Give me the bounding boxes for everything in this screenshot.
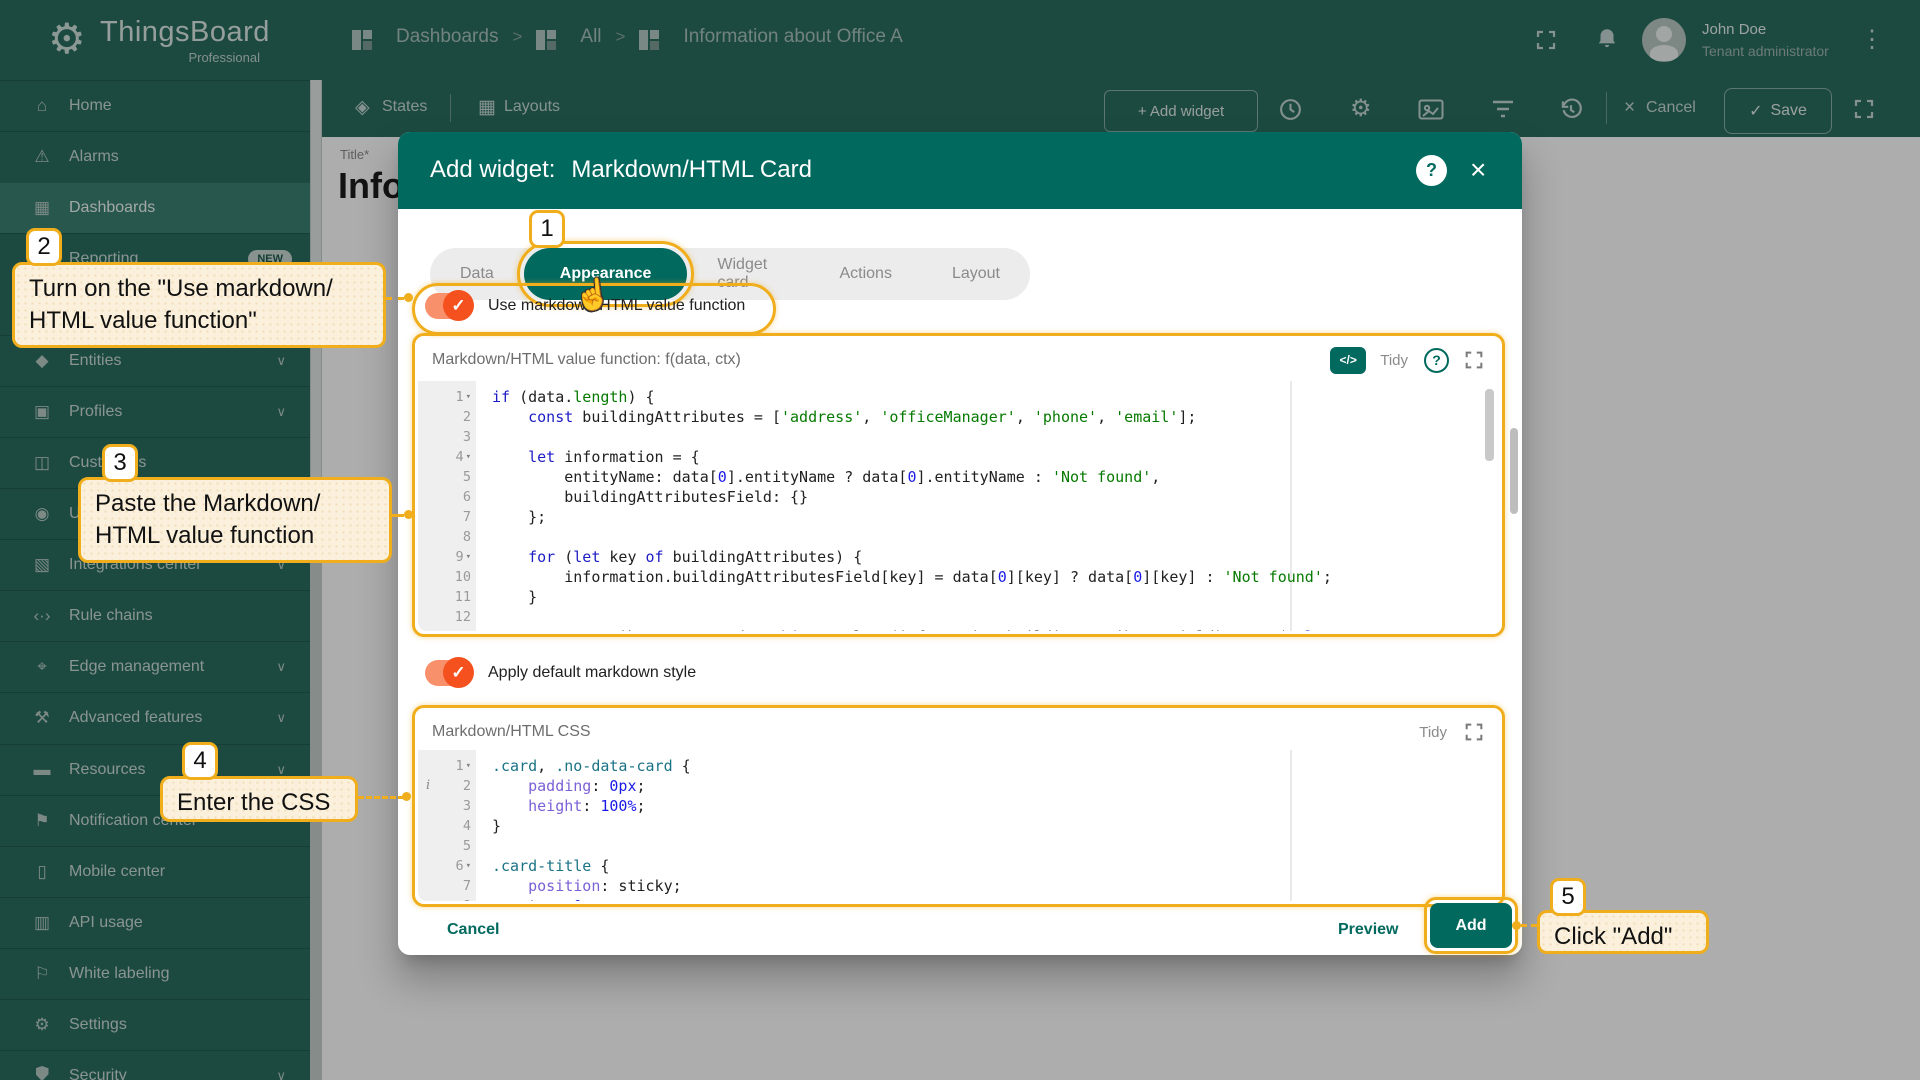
callout-3-number: 3 (102, 444, 138, 482)
css-editor-label: Markdown/HTML CSS (432, 723, 1419, 741)
callout-4-text: Enter the CSS (177, 787, 341, 819)
screen: ⚙ ThingsBoard Professional Dashboards > … (0, 0, 1920, 1080)
callout-3-text: HTML value function (95, 520, 375, 552)
callout-2-text: HTML value function" (29, 305, 369, 337)
callout-2-box: Turn on the "Use markdown/ HTML value fu… (12, 262, 386, 348)
code-line: 6▾.card-title { (418, 856, 1499, 876)
code-line: i2 padding: 0px; (418, 776, 1499, 796)
cursor-hand-icon: ☝ (572, 276, 613, 315)
tidy-button[interactable]: Tidy (1380, 352, 1408, 369)
tab-actions[interactable]: Actions (809, 248, 921, 300)
callout-2-connector (386, 297, 404, 300)
code-line: 1▾if (data.length) { (418, 387, 1499, 407)
code-line: 7 }; (418, 507, 1499, 527)
css-editor-panel: Markdown/HTML CSS Tidy 1▾.card, .no-data… (412, 705, 1505, 907)
code-line: 5 (418, 836, 1499, 856)
preview-button[interactable]: Preview (1338, 921, 1398, 939)
code-toggle-icon[interactable]: </> (1330, 347, 1366, 374)
code-line: 8 (418, 527, 1499, 547)
code-line: 1▾.card, .no-data-card { (418, 756, 1499, 776)
code-line: 6 buildingAttributesField: {} (418, 487, 1499, 507)
callout-2-dot (404, 293, 413, 302)
dialog-cancel-button[interactable]: Cancel (447, 921, 499, 939)
callout-5-connector (1521, 924, 1537, 927)
dialog-title: Add widget: Markdown/HTML Card (430, 156, 812, 184)
code-line: 7 position: sticky; (418, 876, 1499, 896)
callout-1-number: 1 (529, 210, 565, 248)
dialog-header: Add widget: Markdown/HTML Card ? × (398, 132, 1522, 209)
js-editor-header: Markdown/HTML value function: f(data, ct… (418, 339, 1499, 381)
js-code-area[interactable]: 1▾if (data.length) {2 const buildingAttr… (418, 381, 1499, 631)
code-line: 8 top: 0; (418, 896, 1499, 901)
close-icon[interactable]: × (1470, 154, 1486, 186)
code-line: 13 const attributesNotFound = Object.val… (418, 627, 1499, 631)
code-line: 12 (418, 607, 1499, 627)
markdown-style-toggle-row: ✓ Apply default markdown style (425, 660, 696, 686)
css-editor-header: Markdown/HTML CSS Tidy (418, 711, 1499, 753)
css-code-area[interactable]: 1▾.card, .no-data-card {i2 padding: 0px;… (418, 750, 1499, 901)
callout-3-dot (404, 510, 413, 519)
code-line: 5 entityName: data[0].entityName ? data[… (418, 467, 1499, 487)
callout-3-box: Paste the Markdown/ HTML value function (78, 477, 392, 563)
code-line: 9▾ for (let key of buildingAttributes) { (418, 547, 1499, 567)
editor-fullscreen-icon[interactable] (1463, 721, 1485, 743)
editor-help-icon[interactable]: ? (1424, 348, 1449, 373)
markdown-style-toggle-label: Apply default markdown style (488, 664, 696, 682)
callout-5-box: Click "Add" (1537, 910, 1709, 954)
code-line: 3 height: 100%; (418, 796, 1499, 816)
dialog-widget-name: Markdown/HTML Card (571, 156, 812, 183)
code-line: 10 information.buildingAttributesField[k… (418, 567, 1499, 587)
dialog-scrollbar-thumb[interactable] (1510, 428, 1518, 514)
callout-5-text: Click "Add" (1554, 921, 1692, 953)
js-editor-label: Markdown/HTML value function: f(data, ct… (432, 351, 1330, 369)
code-line: 11 } (418, 587, 1499, 607)
editor-scrollbar-thumb[interactable] (1485, 389, 1494, 461)
callout-3-connector (392, 514, 404, 517)
toggle-check-icon: ✓ (443, 657, 474, 688)
js-editor-panel: Markdown/HTML value function: f(data, ct… (412, 333, 1505, 637)
use-markdown-toggle[interactable]: ✓ (425, 293, 471, 319)
markdown-style-toggle[interactable]: ✓ (425, 660, 471, 686)
callout-4-number: 4 (182, 742, 218, 780)
editor-fullscreen-icon[interactable] (1463, 349, 1485, 371)
callout-4-box: Enter the CSS (160, 776, 358, 822)
help-icon[interactable]: ? (1416, 155, 1447, 186)
callout-4-dot (402, 792, 411, 801)
code-line: 4▾ let information = { (418, 447, 1499, 467)
code-line: 2 const buildingAttributes = ['address',… (418, 407, 1499, 427)
dialog-title-prefix: Add widget: (430, 156, 555, 183)
add-button[interactable]: Add (1430, 903, 1512, 948)
code-line: 3 (418, 427, 1499, 447)
add-widget-dialog: Add widget:Markdown/HTML Card ? × Data A… (398, 132, 1522, 955)
tidy-button[interactable]: Tidy (1419, 724, 1447, 741)
callout-3-text: Paste the Markdown/ (95, 488, 375, 520)
tab-layout[interactable]: Layout (922, 248, 1030, 300)
callout-4-connector (358, 796, 404, 799)
callout-5-dot (1512, 921, 1521, 930)
callout-5-number: 5 (1550, 878, 1586, 916)
callout-2-number: 2 (26, 228, 62, 266)
code-line: 4} (418, 816, 1499, 836)
callout-2-text: Turn on the "Use markdown/ (29, 273, 369, 305)
toggle-check-icon: ✓ (443, 290, 474, 321)
use-markdown-toggle-label: Use markdown/HTML value function (488, 297, 745, 315)
